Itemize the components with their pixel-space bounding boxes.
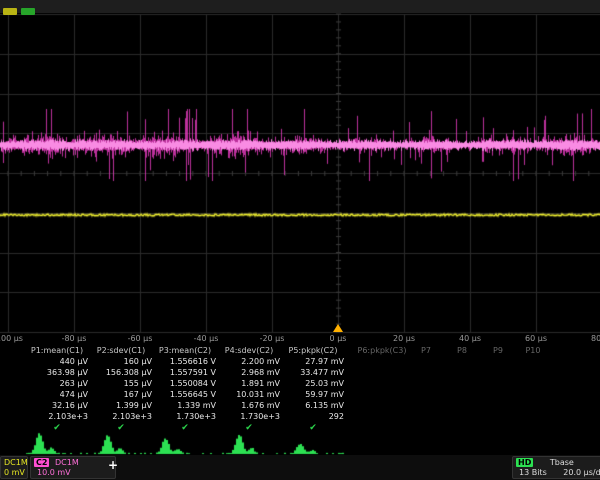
measurement-header-p3[interactable]: P3:mean(C2) (154, 346, 216, 356)
measurement-value: 2.968 mV (218, 368, 280, 378)
measurement-value: 32.16 µV (26, 401, 88, 411)
measurement-value: 1.676 mV (218, 401, 280, 411)
measurement-value: 292 (282, 412, 344, 422)
measurement-value: 2.103e+3 (26, 412, 88, 422)
measurement-header-p1[interactable]: P1:mean(C1) (26, 346, 88, 356)
time-axis-label: 80 µs (591, 334, 600, 343)
measurement-header-p2[interactable]: P2:sdev(C1) (90, 346, 152, 356)
graticule-area[interactable] (0, 14, 600, 332)
tbase-label: Tbase (550, 458, 574, 467)
measurement-value: 1.730e+3 (154, 412, 216, 422)
measurement-value: 25.03 mV (282, 379, 344, 389)
measurement-value: 155 µV (90, 379, 152, 389)
measurement-value: 1.339 mV (154, 401, 216, 411)
c2-channel-chip: C2 (34, 458, 49, 467)
trigger-position-marker[interactable] (333, 324, 343, 332)
measurement-header-p7[interactable]: P7 (408, 346, 444, 356)
measurement-value: 27.97 mV (282, 357, 344, 367)
time-axis-label: 40 µs (459, 334, 481, 343)
c2-coupling-label: DC1M (55, 458, 79, 467)
channel-c1-descriptor[interactable]: DC1M 0 mV (0, 456, 28, 479)
measurement-value: 1.556645 V (154, 390, 216, 400)
timebase-descriptor[interactable]: HD Tbase 13 Bits 20.0 µs/div (512, 456, 600, 479)
measurement-status-check: ✔ (26, 423, 88, 433)
time-axis-label: -40 µs (194, 334, 219, 343)
measurement-value: 1.399 µV (90, 401, 152, 411)
time-axis-label: -20 µs (260, 334, 285, 343)
hd-badge: HD (516, 458, 533, 467)
measurement-table: P1:mean(C1)440 µV363.98 µV263 µV474 µV32… (0, 346, 600, 434)
measurement-header-p8[interactable]: P8 (444, 346, 480, 356)
measurement-value: 1.556616 V (154, 357, 216, 367)
measurement-status-check: ✔ (218, 423, 280, 433)
measurement-value: 1.730e+3 (218, 412, 280, 422)
bottom-bar: DC1M 0 mV C2 DC1M 10.0 mV + HD Tbase 13 … (0, 455, 600, 480)
measurement-value: 6.135 mV (282, 401, 344, 411)
measurement-header-p6[interactable]: P6:pkpk(C3) (350, 346, 414, 356)
measurement-value: 474 µV (26, 390, 88, 400)
measurement-header-p4[interactable]: P4:sdev(C2) (218, 346, 280, 356)
channel-c2-descriptor[interactable]: C2 DC1M 10.0 mV (30, 456, 116, 479)
time-axis-label: -100 µs (0, 334, 23, 343)
measurement-value: 1.550084 V (154, 379, 216, 389)
measurement-status-check: ✔ (90, 423, 152, 433)
time-axis: -100 µs -80 µs -60 µs -40 µs -20 µs 0 µs 20 µs… (0, 333, 600, 345)
pointer-crosshair: + (108, 458, 118, 472)
c2-scale-value: 10.0 mV (37, 468, 71, 477)
measurement-status-check: ✔ (154, 423, 216, 433)
measurement-value: 263 µV (26, 379, 88, 389)
measurement-header-p9[interactable]: P9 (480, 346, 516, 356)
measurement-value: 156.308 µV (90, 368, 152, 378)
measurement-value: 167 µV (90, 390, 152, 400)
top-toolbar (0, 0, 600, 13)
time-axis-label: -80 µs (62, 334, 87, 343)
measurement-header-p10[interactable]: P10 (514, 346, 552, 356)
measurement-status-check: ✔ (282, 423, 344, 433)
measurement-value: 10.031 mV (218, 390, 280, 400)
measurement-value: 363.98 µV (26, 368, 88, 378)
c1-offset-value: 0 mV (4, 468, 25, 477)
measurement-header-p5[interactable]: P5:pkpk(C2) (282, 346, 344, 356)
time-axis-label: -60 µs (128, 334, 153, 343)
time-axis-label: 20 µs (393, 334, 415, 343)
measurement-value: 1.557591 V (154, 368, 216, 378)
adc-bits-label: 13 Bits (519, 468, 547, 477)
time-axis-label: 0 µs (330, 334, 347, 343)
oscilloscope-screen: -100 µs -80 µs -60 µs -40 µs -20 µs 0 µs 20 µs… (0, 0, 600, 480)
tbase-scale-value: 20.0 µs/div (563, 468, 600, 477)
measurement-value: 160 µV (90, 357, 152, 367)
measurement-value: 59.97 mV (282, 390, 344, 400)
measurement-value: 2.103e+3 (90, 412, 152, 422)
c1-coupling-label: DC1M (4, 458, 28, 467)
measurement-value: 440 µV (26, 357, 88, 367)
measurement-value: 33.477 mV (282, 368, 344, 378)
measurement-value: 1.891 mV (218, 379, 280, 389)
time-axis-label: 60 µs (525, 334, 547, 343)
measurement-value: 2.200 mV (218, 357, 280, 367)
